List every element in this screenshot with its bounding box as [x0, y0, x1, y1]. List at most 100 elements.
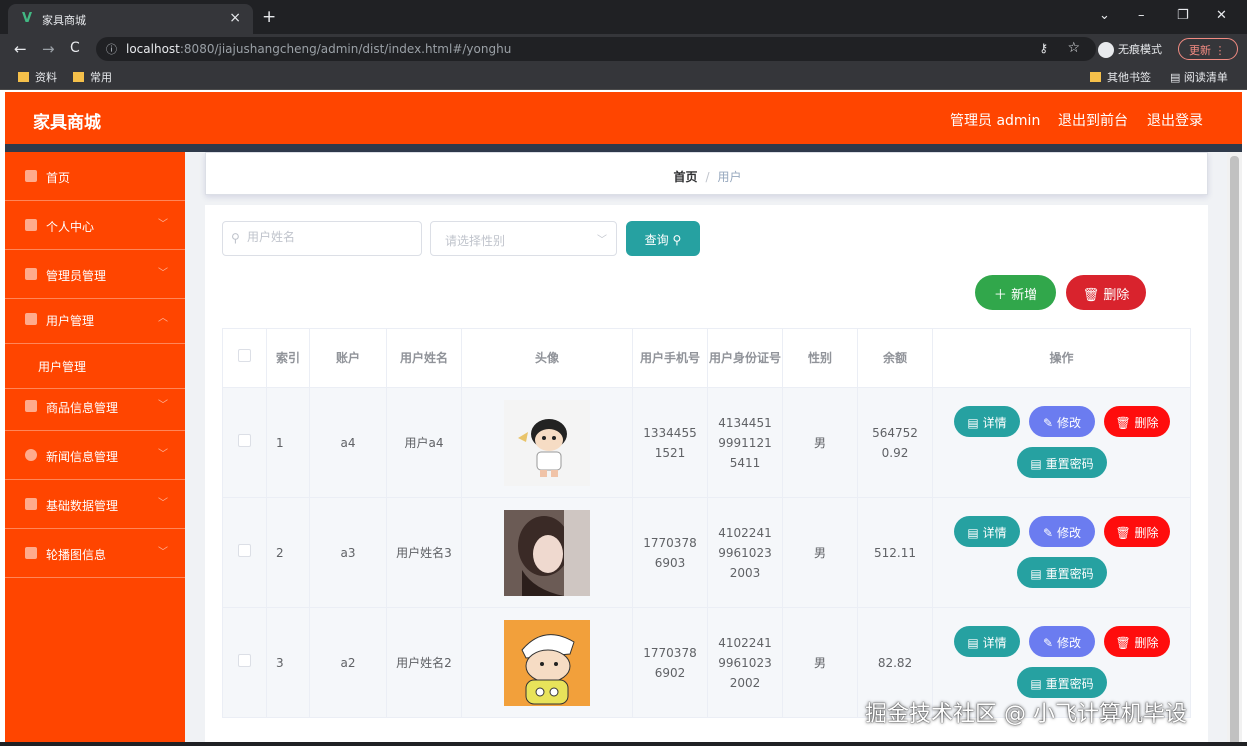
scrollbar-thumb[interactable]: [1230, 156, 1239, 746]
home-icon: [25, 170, 37, 182]
row-select-cell[interactable]: [222, 607, 267, 718]
chevron-down-icon: ﹀: [158, 219, 168, 230]
document-icon: ▤: [967, 416, 979, 430]
select-all-checkbox[interactable]: [238, 349, 251, 362]
reset-password-button[interactable]: ▤ 重置密码: [1017, 447, 1107, 478]
restore-icon[interactable]: ❐: [1177, 8, 1189, 23]
header-name: 用户姓名: [386, 328, 462, 388]
folder-icon: [73, 72, 84, 82]
delete-button[interactable]: 🗑 删除: [1104, 626, 1170, 657]
cell-phone: 13344551521: [632, 387, 708, 498]
sidebar-item-profile[interactable]: 个人中心 ﹀: [5, 201, 185, 250]
row-checkbox[interactable]: [238, 543, 251, 557]
header-account: 账户: [309, 328, 387, 388]
batch-delete-button[interactable]: 🗑 删除: [1066, 275, 1146, 310]
minimize-icon[interactable]: –: [1138, 8, 1145, 23]
row-checkbox[interactable]: [238, 433, 251, 447]
header-divider: [5, 144, 1242, 152]
cell-avatar: [461, 387, 633, 498]
password-key-icon[interactable]: ⚷: [1039, 41, 1048, 55]
goods-icon: [25, 400, 37, 412]
logout-link[interactable]: 退出登录: [1147, 110, 1203, 130]
edit-button[interactable]: ✎ 修改: [1029, 406, 1095, 437]
sidebar-item-carousel[interactable]: 轮播图信息 ﹀: [5, 529, 185, 578]
edit-button[interactable]: ✎ 修改: [1029, 626, 1095, 657]
add-button[interactable]: ＋ 新增: [975, 275, 1056, 310]
reset-password-button[interactable]: ▤ 重置密码: [1017, 557, 1107, 588]
sidebar-item-users[interactable]: 用户管理 ︿: [5, 295, 185, 344]
update-button[interactable]: 更新 ⋮: [1178, 38, 1238, 60]
incognito-indicator[interactable]: 无痕模式: [1098, 41, 1162, 58]
forward-icon[interactable]: →: [42, 40, 55, 58]
sidebar-item-basedata[interactable]: 基础数据管理 ﹀: [5, 480, 185, 529]
page-scrollbar[interactable]: [1227, 152, 1242, 746]
detail-button[interactable]: ▤ 详情: [954, 626, 1020, 657]
new-tab-icon[interactable]: +: [262, 7, 276, 27]
cell-account: a4: [309, 387, 387, 498]
avatar-image[interactable]: [504, 619, 590, 706]
users-table: 索引 账户 用户姓名 头像 用户手机号 用户身份证号 性别 余额 操作 1 a4…: [222, 328, 1191, 718]
url-omnibox[interactable]: ⓘ localhost:8080/jiajushangcheng/admin/d…: [96, 37, 1096, 61]
header-avatar: 头像: [461, 328, 633, 388]
cell-operations: ▤ 详情 ✎ 修改 🗑 删除 ▤ 重置密码: [932, 387, 1191, 498]
bookmarks-bar: 资料 常用 其他书签 ▤ 阅读清单: [0, 64, 1247, 90]
query-button[interactable]: 查询 ⚲: [626, 221, 700, 256]
site-info-icon[interactable]: ⓘ: [106, 41, 117, 57]
cell-idcard: 410224199610232002: [707, 607, 783, 718]
avatar-image[interactable]: [504, 509, 590, 596]
exit-to-front-link[interactable]: 退出到前台: [1058, 110, 1128, 130]
compass-icon: [25, 449, 37, 461]
detail-button[interactable]: ▤ 详情: [954, 516, 1020, 547]
trash-icon: 🗑: [1115, 636, 1131, 650]
tab-search-icon[interactable]: ⌄: [1099, 8, 1110, 23]
bookmark-folder-changyong[interactable]: 常用: [73, 69, 112, 85]
admin-label: 管理员 admin: [950, 113, 1041, 129]
select-all-cell[interactable]: [222, 328, 267, 388]
tab-close-icon[interactable]: ×: [229, 10, 241, 26]
bookmark-folder-other[interactable]: 其他书签: [1090, 69, 1151, 85]
edit-button[interactable]: ✎ 修改: [1029, 516, 1095, 547]
cell-phone: 17703786902: [632, 607, 708, 718]
sidebar-item-home[interactable]: 首页: [5, 152, 185, 201]
breadcrumb: 首页 / 用户: [206, 168, 1209, 185]
delete-button[interactable]: 🗑 删除: [1104, 406, 1170, 437]
back-icon[interactable]: ←: [14, 40, 27, 58]
cell-index: 3: [266, 607, 310, 718]
close-window-icon[interactable]: ✕: [1216, 8, 1227, 23]
bookmark-folder-ziliao[interactable]: 资料: [18, 69, 57, 85]
search-icon: ⚲: [672, 233, 682, 247]
reload-icon[interactable]: C: [70, 40, 80, 56]
row-checkbox[interactable]: [238, 653, 251, 667]
trash-icon: 🗑: [1115, 526, 1131, 540]
folder-icon: [1090, 72, 1101, 82]
browser-tab[interactable]: V 家具商城 ×: [8, 4, 253, 34]
reading-list[interactable]: ▤ 阅读清单: [1170, 69, 1228, 85]
avatar-image[interactable]: [504, 399, 590, 486]
sidebar-item-goods[interactable]: 商品信息管理 ﹀: [5, 382, 185, 431]
gender-select[interactable]: 请选择性别 ﹀: [430, 221, 617, 256]
bookmark-star-icon[interactable]: ☆: [1067, 40, 1080, 56]
name-search-input[interactable]: [247, 230, 412, 244]
admin-icon: [25, 268, 37, 280]
image-icon: [25, 547, 37, 559]
pencil-icon: ✎: [1043, 416, 1054, 430]
reset-password-button[interactable]: ▤ 重置密码: [1017, 667, 1107, 698]
brand-title: 家具商城: [33, 113, 101, 133]
table-header-row: 索引 账户 用户姓名 头像 用户手机号 用户身份证号 性别 余额 操作: [222, 328, 1191, 388]
breadcrumb-home[interactable]: 首页: [673, 170, 697, 184]
row-select-cell[interactable]: [222, 497, 267, 608]
detail-button[interactable]: ▤ 详情: [954, 406, 1020, 437]
header-phone: 用户手机号: [632, 328, 708, 388]
header-balance: 余额: [857, 328, 933, 388]
delete-button[interactable]: 🗑 删除: [1104, 516, 1170, 547]
breadcrumb-card: 首页 / 用户: [205, 152, 1208, 195]
list-icon: [25, 498, 37, 510]
sidebar-item-news[interactable]: 新闻信息管理 ﹀: [5, 431, 185, 480]
incognito-avatar-icon: [1098, 42, 1114, 58]
tab-title: 家具商城: [42, 14, 86, 27]
breadcrumb-current: 用户: [717, 170, 742, 184]
cell-balance: 5647520.92: [857, 387, 933, 498]
gender-select-placeholder: 请选择性别: [445, 234, 506, 248]
row-select-cell[interactable]: [222, 387, 267, 498]
sidebar-item-admins[interactable]: 管理员管理 ﹀: [5, 250, 185, 299]
